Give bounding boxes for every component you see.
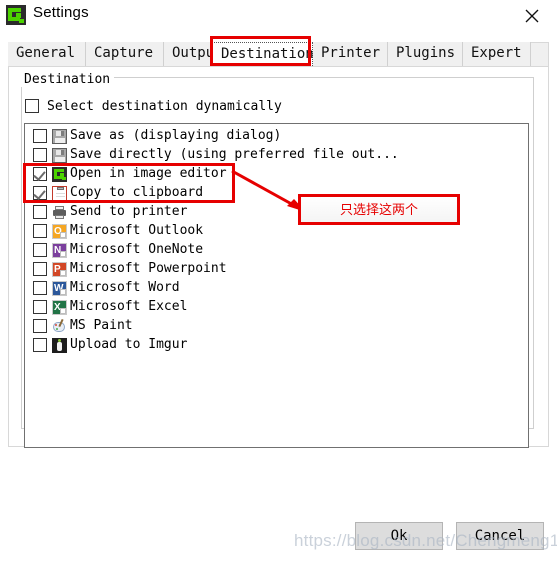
- settings-window: Settings General Capture Output Destinat…: [0, 0, 557, 561]
- list-item[interactable]: N Microsoft OneNote: [25, 241, 528, 260]
- row-checkbox[interactable]: [33, 186, 47, 200]
- row-checkbox[interactable]: [33, 148, 47, 162]
- annotation-callout-text: 只选择这两个: [339, 202, 418, 217]
- tab-expert[interactable]: Expert: [463, 42, 531, 66]
- row-checkbox[interactable]: [33, 319, 47, 333]
- clipboard-icon: [52, 186, 67, 201]
- annotation-callout-box: 只选择这两个: [298, 194, 460, 225]
- tab-printer[interactable]: Printer: [313, 42, 388, 66]
- list-item-label: Microsoft Powerpoint: [70, 261, 227, 276]
- row-checkbox[interactable]: [33, 300, 47, 314]
- list-item-label: Microsoft OneNote: [70, 242, 204, 257]
- greenshot-editor-icon: [52, 167, 67, 182]
- row-checkbox[interactable]: [33, 205, 47, 219]
- list-item[interactable]: P Microsoft Powerpoint: [25, 260, 528, 279]
- tab-plugins[interactable]: Plugins: [388, 42, 463, 66]
- excel-icon: X: [52, 300, 67, 315]
- onenote-icon: N: [52, 243, 67, 258]
- list-item[interactable]: Upload to Imgur: [25, 336, 528, 355]
- destination-list[interactable]: Save as (displaying dialog) Save directl…: [24, 123, 529, 448]
- row-checkbox[interactable]: [33, 338, 47, 352]
- list-item-label: Microsoft Excel: [70, 299, 188, 314]
- list-item[interactable]: MS Paint: [25, 317, 528, 336]
- list-item-label: Send to printer: [70, 204, 188, 219]
- list-item-label: Save as (displaying dialog): [70, 128, 282, 143]
- list-item[interactable]: X Microsoft Excel: [25, 298, 528, 317]
- settings-tabstrip: General Capture Output Destination Print…: [8, 42, 549, 66]
- list-item-label: MS Paint: [70, 318, 133, 333]
- list-item[interactable]: Save as (displaying dialog): [25, 127, 528, 146]
- select-destination-dynamically-label: Select destination dynamically: [47, 99, 282, 114]
- printer-icon: [52, 205, 67, 220]
- window-title: Settings: [33, 4, 89, 21]
- ok-button[interactable]: Ok: [355, 522, 443, 550]
- list-item-label: Open in image editor: [70, 166, 227, 181]
- outlook-icon: O: [52, 224, 67, 239]
- list-item[interactable]: Save directly (using preferred file out.…: [25, 146, 528, 165]
- row-checkbox[interactable]: [33, 281, 47, 295]
- list-item-label: Copy to clipboard: [70, 185, 204, 200]
- row-checkbox[interactable]: [33, 262, 47, 276]
- tab-destination[interactable]: Destination: [212, 42, 314, 66]
- list-item[interactable]: Open in image editor: [25, 165, 528, 184]
- floppy-disk-icon: [52, 148, 67, 163]
- powerpoint-icon: P: [52, 262, 67, 277]
- row-checkbox[interactable]: [33, 243, 47, 257]
- list-item-label: Microsoft Word: [70, 280, 180, 295]
- list-item-label: Microsoft Outlook: [70, 223, 204, 238]
- imgur-icon: [52, 338, 67, 353]
- tab-general[interactable]: General: [8, 42, 86, 66]
- paint-palette-icon: [52, 319, 67, 334]
- word-icon: W: [52, 281, 67, 296]
- list-item-label: Upload to Imgur: [70, 337, 188, 352]
- cancel-button[interactable]: Cancel: [456, 522, 544, 550]
- list-item-label: Save directly (using preferred file out.…: [70, 147, 399, 162]
- list-item[interactable]: W Microsoft Word: [25, 279, 528, 298]
- select-destination-dynamically-checkbox[interactable]: [25, 99, 39, 113]
- row-checkbox[interactable]: [33, 167, 47, 181]
- row-checkbox[interactable]: [33, 224, 47, 238]
- groupbox-legend: Destination: [20, 72, 115, 87]
- title-bar: Settings: [0, 0, 557, 33]
- close-icon[interactable]: [512, 0, 552, 30]
- greenshot-logo-icon: [6, 5, 26, 25]
- row-checkbox[interactable]: [33, 129, 47, 143]
- floppy-disk-icon: [52, 129, 67, 144]
- tab-capture[interactable]: Capture: [86, 42, 164, 66]
